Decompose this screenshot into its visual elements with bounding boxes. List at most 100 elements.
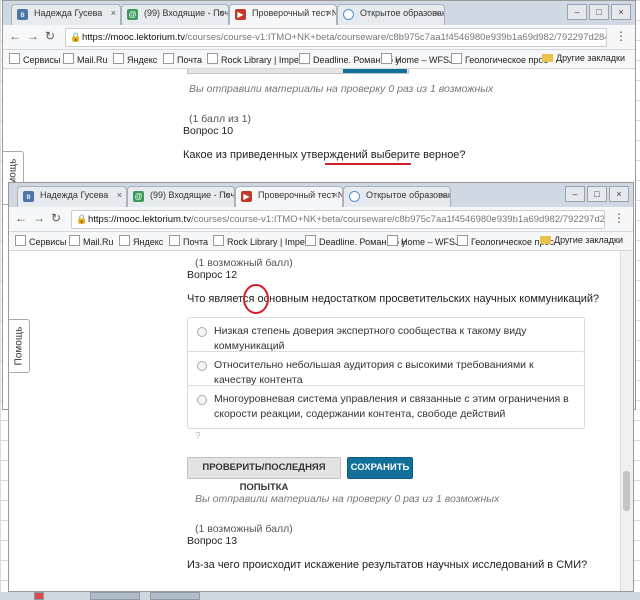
lock-icon: 🔒 <box>70 32 82 42</box>
bookmark-pochta[interactable]: Почта <box>169 235 208 247</box>
bookmark-services[interactable]: Сервисы <box>15 235 66 247</box>
hint-marker[interactable]: ? <box>195 431 201 442</box>
question-score: (1 возможный балл) <box>195 257 293 269</box>
close-window-icon[interactable]: × <box>611 4 631 20</box>
help-tab[interactable]: Помощь <box>9 319 30 373</box>
bookmark-rock-library[interactable]: Rock Library | Imperio <box>213 235 315 247</box>
taskbar-item[interactable] <box>90 592 140 600</box>
close-icon[interactable]: × <box>111 8 116 18</box>
loading-icon <box>343 9 354 20</box>
close-icon[interactable]: × <box>435 8 440 18</box>
save-button[interactable]: СОХРАНИТЬ <box>347 457 413 479</box>
vk-icon: в <box>23 191 34 202</box>
back-icon[interactable]: ← <box>9 29 21 43</box>
tab-mail[interactable]: @ (99) Входящие - Почта × <box>127 186 235 207</box>
bookmarks-bar: Сервисы Mail.Ru Яндекс Почта Rock Librar… <box>9 232 633 251</box>
scrollbar-thumb[interactable] <box>623 471 630 511</box>
close-icon[interactable]: × <box>327 8 332 18</box>
page-icon <box>457 235 468 246</box>
minimize-icon[interactable]: – <box>567 4 587 20</box>
page-icon <box>451 53 462 64</box>
bookmarks-bar: Сервисы Mail.Ru Яндекс Почта Rock Librar… <box>3 50 635 69</box>
bookmark-pochta[interactable]: Почта <box>163 53 202 65</box>
close-icon[interactable]: × <box>225 190 230 200</box>
bookmark-yandex[interactable]: Яндекс <box>119 235 163 247</box>
tab-openedu[interactable]: Открытое образовани × <box>343 186 451 207</box>
next-question-score: (1 возможный балл) <box>195 523 293 535</box>
maximize-icon[interactable]: □ <box>587 186 607 202</box>
bookmark-yandex[interactable]: Яндекс <box>113 53 157 65</box>
page-icon <box>305 235 316 246</box>
bookmark-geology[interactable]: Геологическое прос <box>451 53 548 65</box>
radio-button[interactable] <box>197 361 207 371</box>
maximize-icon[interactable]: □ <box>589 4 609 20</box>
address-bar[interactable]: 🔒 https://mooc.lektorium.tv/courses/cour… <box>65 28 607 47</box>
tab-bar: в Надежда Гусева × @ (99) Входящие - Поч… <box>3 1 635 26</box>
close-window-icon[interactable]: × <box>609 186 629 202</box>
close-icon[interactable]: × <box>219 8 224 18</box>
page-icon <box>119 235 130 246</box>
apps-icon <box>15 235 26 246</box>
lektorium-icon: ▶ <box>235 9 246 20</box>
mail-icon: @ <box>133 191 144 202</box>
tab-mail[interactable]: @ (99) Входящие - Почта × <box>121 4 229 25</box>
window-controls: – □ × <box>565 4 631 20</box>
page-icon <box>207 53 218 64</box>
partial-save-strip <box>343 69 407 73</box>
radio-button[interactable] <box>197 327 207 337</box>
bookmark-wfsj[interactable]: Home – WFSJ <box>387 235 460 247</box>
page-icon <box>169 235 180 246</box>
lock-icon: 🔒 <box>76 214 88 224</box>
other-bookmarks[interactable]: Другие закладки <box>542 53 625 63</box>
page-icon <box>63 53 74 64</box>
page-icon <box>299 53 310 64</box>
close-icon[interactable]: × <box>117 190 122 200</box>
forward-icon[interactable]: → <box>27 29 39 43</box>
bookmark-mailru[interactable]: Mail.Ru <box>69 235 114 247</box>
page-icon <box>381 53 392 64</box>
bookmark-mailru[interactable]: Mail.Ru <box>63 53 108 65</box>
forward-icon[interactable]: → <box>33 211 45 225</box>
next-question-number: Вопрос 13 <box>187 535 238 547</box>
loading-icon <box>349 191 360 202</box>
front-page-content: (1 возможный балл) Вопрос 12 Что являетс… <box>9 251 633 591</box>
answer-option[interactable]: Многоуровневая система управления и связ… <box>187 385 585 429</box>
tab-openedu[interactable]: Открытое образовани × <box>337 4 445 25</box>
next-question-text: Из-за чего происходит искажение результа… <box>187 559 588 571</box>
taskbar <box>0 592 640 600</box>
scrollbar[interactable] <box>620 251 633 591</box>
back-icon[interactable]: ← <box>15 211 27 225</box>
minimize-icon[interactable]: – <box>565 186 585 202</box>
question-number: Вопрос 10 <box>183 125 234 137</box>
other-bookmarks[interactable]: Другие закладки <box>540 235 623 245</box>
tab-vk[interactable]: в Надежда Гусева × <box>17 186 127 207</box>
tab-vk[interactable]: в Надежда Гусева × <box>11 4 121 25</box>
menu-icon[interactable]: ⋮ <box>615 29 627 43</box>
bookmark-services[interactable]: Сервисы <box>9 53 60 65</box>
bookmark-rock-library[interactable]: Rock Library | Imperio <box>207 53 309 65</box>
tab-test[interactable]: ▶ Проверочный тест №2 × <box>229 4 337 25</box>
radio-button[interactable] <box>197 395 207 405</box>
folder-icon <box>540 236 552 244</box>
question-text: Какое из приведенных утверждений выберит… <box>183 149 466 161</box>
question-number: Вопрос 12 <box>187 269 238 281</box>
close-icon[interactable]: × <box>441 190 446 200</box>
red-circle-annotation <box>243 284 269 314</box>
menu-icon[interactable]: ⋮ <box>613 211 625 225</box>
tab-test[interactable]: ▶ Проверочный тест №2 × <box>235 186 343 207</box>
tab-bar: в Надежда Гусева × @ (99) Входящие - Поч… <box>9 183 633 208</box>
apps-icon <box>9 53 20 64</box>
page-icon <box>387 235 398 246</box>
taskbar-item[interactable] <box>34 592 44 600</box>
close-icon[interactable]: × <box>333 190 338 200</box>
submitted-note: Вы отправили материалы на проверку 0 раз… <box>195 493 500 505</box>
address-bar[interactable]: 🔒 https://mooc.lektorium.tv/courses/cour… <box>71 210 605 229</box>
reload-icon[interactable]: ↻ <box>51 211 61 225</box>
page-icon <box>213 235 224 246</box>
bookmark-wfsj[interactable]: Home – WFSJ <box>381 53 454 65</box>
window-controls: – □ × <box>563 186 629 202</box>
taskbar-item[interactable] <box>150 592 200 600</box>
mail-icon: @ <box>127 9 138 20</box>
reload-icon[interactable]: ↻ <box>45 29 55 43</box>
check-last-attempt-button[interactable]: ПРОВЕРИТЬ/ПОСЛЕДНЯЯ ПОПЫТКА <box>187 457 341 493</box>
